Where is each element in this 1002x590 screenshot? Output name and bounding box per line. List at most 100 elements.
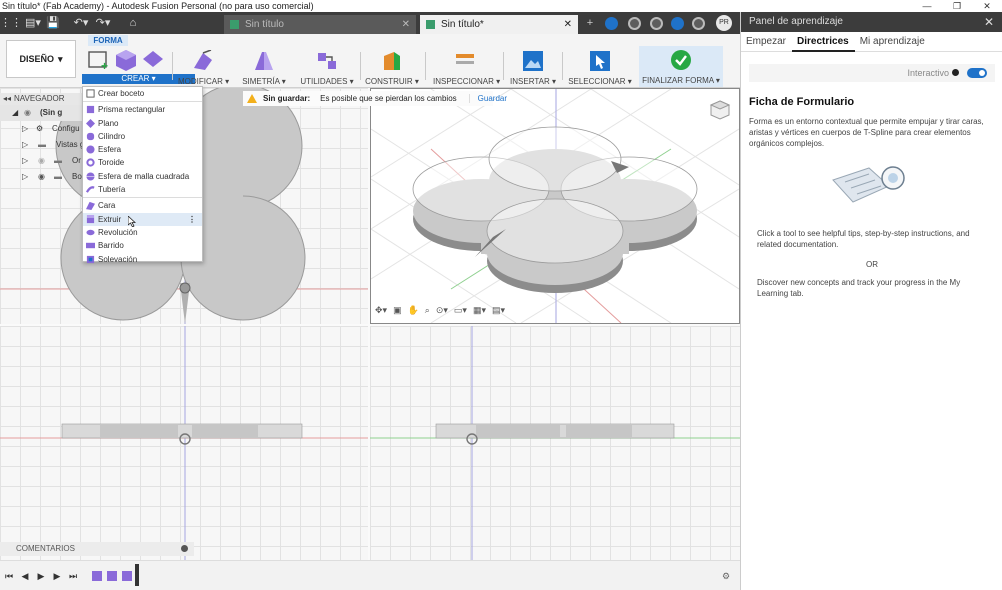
finish-check-icon	[671, 50, 691, 70]
menu-item-crear-boceto[interactable]: Crear boceto	[83, 87, 202, 100]
display-settings-icon[interactable]: ▭▾	[454, 305, 467, 319]
workspace-label: DISEÑO	[19, 54, 54, 64]
comments-panel[interactable]: COMENTARIOS	[0, 542, 194, 556]
viewport-front[interactable]	[0, 326, 368, 560]
menu-item-barrido[interactable]: Barrido	[83, 239, 202, 252]
extension-icon[interactable]	[605, 17, 618, 30]
menu-item-tuberia[interactable]: Tubería	[83, 183, 202, 196]
revolve-icon	[86, 229, 95, 236]
close-window-icon[interactable]: ✕	[972, 0, 1002, 12]
seleccionar-group[interactable]: SELECCIONAR ▾	[567, 48, 633, 86]
modificar-group[interactable]: MODIFICAR ▾	[178, 48, 229, 86]
close-panel-icon[interactable]: ✕	[984, 12, 994, 32]
close-tab-icon[interactable]: ✕	[402, 19, 410, 30]
pan-icon[interactable]: ✋	[408, 305, 419, 319]
torus-icon	[86, 158, 95, 168]
viewcube-icon[interactable]	[709, 99, 731, 121]
warning-title: Sin guardar:	[263, 94, 311, 103]
jobs-icon[interactable]	[650, 17, 663, 30]
zoom-icon[interactable]: ⌕	[425, 305, 430, 319]
timeline-play-icon[interactable]: ▶	[35, 570, 47, 582]
nav-item-bodies[interactable]: ▷ ◉ ▬ Bo	[0, 169, 82, 185]
look-at-icon[interactable]: ▣	[393, 305, 402, 319]
menu-item-toroide[interactable]: Toroide	[83, 156, 202, 169]
fit-icon[interactable]: ⊙▾	[436, 305, 448, 319]
tab-directrices[interactable]: Directrices	[792, 32, 855, 52]
timeline-end-icon[interactable]: ⏭	[67, 570, 79, 582]
maximize-icon[interactable]: ❐	[942, 0, 972, 12]
add-comment-icon[interactable]	[181, 545, 188, 552]
gear-icon: ⚙	[36, 124, 44, 133]
nav-item-settings[interactable]: ▷ ⚙ Configu	[0, 121, 82, 137]
interactive-toggle[interactable]	[967, 68, 987, 78]
close-tab-icon[interactable]: ✕	[564, 19, 572, 30]
file-icon[interactable]: ▤▾	[22, 12, 44, 34]
menu-item-solevacion[interactable]: Solevación	[83, 253, 202, 266]
timeline-back-icon[interactable]: ◀	[19, 570, 31, 582]
unsaved-warning-bar: Sin guardar: Es posible que se pierdan l…	[243, 91, 507, 106]
timeline-settings-icon[interactable]: ⚙	[720, 570, 732, 582]
tab-sin-titulo[interactable]: Sin título ✕	[224, 15, 416, 34]
menu-item-cilindro[interactable]: Cilindro	[83, 130, 202, 143]
workspace-selector[interactable]: DISEÑO ▾	[6, 40, 76, 78]
avatar[interactable]: PR	[716, 15, 732, 31]
nav-item-named-views[interactable]: ▷ ▬ Vistas g	[0, 137, 82, 153]
undo-icon[interactable]: ↶▾	[70, 12, 92, 34]
nav-item-origin[interactable]: ▷ ◉ ▬ Or	[0, 153, 82, 169]
info-icon[interactable]	[952, 69, 959, 76]
box-tool-icon[interactable]	[114, 48, 138, 72]
timeline-forward-icon[interactable]: ▶	[51, 570, 63, 582]
timeline-start-icon[interactable]: ⏮	[3, 570, 15, 582]
collapse-icon[interactable]: ◂◂	[3, 93, 11, 105]
learning-panel-title: Panel de aprendizaje	[749, 16, 843, 27]
nav-root-item[interactable]: ◢ ◉ (Sin g	[0, 105, 82, 121]
inspeccionar-group[interactable]: INSPECCIONAR ▾	[433, 48, 500, 86]
menu-item-prisma[interactable]: Prisma rectangular	[83, 103, 202, 116]
folder-icon: ▬	[54, 172, 62, 181]
online-status-icon[interactable]	[628, 17, 641, 30]
menu-item-esfera-malla[interactable]: Esfera de malla cuadrada	[83, 170, 202, 183]
eye-icon[interactable]: ◉	[38, 169, 45, 185]
more-options-icon[interactable]: ⋮	[188, 213, 196, 226]
viewport-perspective[interactable]: ✥▾ ▣ ✋ ⌕ ⊙▾ ▭▾ ▦▾ ▤▾	[370, 88, 740, 324]
minimize-icon[interactable]: —	[912, 0, 942, 12]
simetria-group[interactable]: SIMETRÍA ▾	[240, 48, 288, 86]
plane-tool-icon[interactable]	[142, 50, 164, 68]
utilidades-group[interactable]: UTILIDADES ▾	[300, 48, 354, 86]
menu-item-revolucion[interactable]: Revolución	[83, 226, 202, 239]
tab-empezar[interactable]: Empezar	[741, 32, 792, 52]
viewport-right[interactable]	[370, 326, 740, 560]
navigator-header[interactable]: ◂◂ NAVEGADOR	[0, 93, 82, 105]
extrude-icon	[86, 214, 95, 223]
create-sketch-icon[interactable]: +	[86, 48, 112, 72]
menu-item-plano[interactable]: Plano	[83, 117, 202, 130]
grid-settings-icon[interactable]: ▦▾	[473, 305, 486, 319]
window-titlebar: Sin título* (Fab Academy) - Autodesk Fus…	[0, 0, 1002, 12]
menu-item-extruir[interactable]: Extruir ⋮	[83, 212, 202, 227]
insertar-group[interactable]: INSERTAR ▾	[508, 48, 558, 86]
viewports-icon[interactable]: ▤▾	[492, 305, 505, 319]
home-icon[interactable]: ⌂	[122, 12, 144, 34]
eye-hidden-icon[interactable]: ◉	[38, 153, 45, 169]
notifications-icon[interactable]	[671, 17, 684, 30]
tab-mi-aprendizaje[interactable]: Mi aprendizaje	[855, 32, 931, 52]
timeline-marker[interactable]	[135, 564, 139, 586]
interactive-toggle-row: Interactivo	[749, 64, 995, 82]
eye-icon[interactable]: ◉	[24, 105, 31, 121]
new-tab-icon[interactable]: +	[583, 12, 597, 34]
redo-icon[interactable]: ↷▾	[92, 12, 114, 34]
menu-item-esfera[interactable]: Esfera	[83, 143, 202, 156]
tab-forma[interactable]: FORMA	[88, 35, 128, 46]
timeline-features[interactable]	[92, 570, 136, 582]
construir-group[interactable]: CONSTRUIR ▾	[365, 48, 419, 86]
plane-icon	[86, 118, 95, 128]
menu-item-cara[interactable]: Cara	[83, 199, 202, 212]
finalizar-forma-button[interactable]: FINALIZAR FORMA ▾	[639, 46, 723, 87]
tab-sin-titulo-active[interactable]: Sin título* ✕	[420, 15, 578, 34]
orbit-icon[interactable]: ✥▾	[375, 305, 387, 319]
help-icon[interactable]	[692, 17, 705, 30]
view-controls-bar: ✥▾ ▣ ✋ ⌕ ⊙▾ ▭▾ ▦▾ ▤▾	[375, 305, 505, 319]
save-link[interactable]: Guardar	[468, 94, 507, 103]
app-grid-icon[interactable]: ⋮⋮	[0, 12, 22, 34]
save-icon[interactable]: 💾	[44, 12, 62, 34]
